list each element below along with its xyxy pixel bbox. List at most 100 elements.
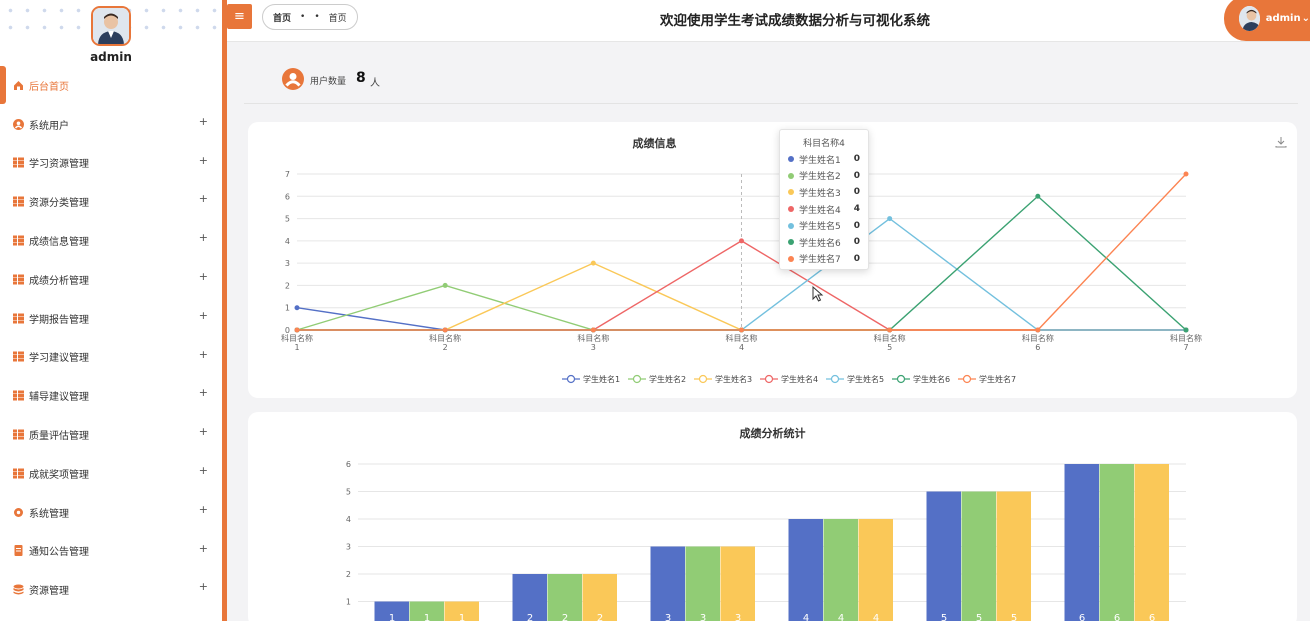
mouse-cursor-icon: [812, 286, 824, 302]
x-tick-label: 4: [739, 343, 744, 352]
sidebar-item[interactable]: 成就奖项管理 +: [0, 454, 222, 493]
sidebar-item[interactable]: 成绩分析管理 +: [0, 260, 222, 299]
database-icon: [13, 584, 24, 595]
y-tick-label: 1: [285, 304, 290, 313]
tooltip-series-name: 学生姓名2: [799, 172, 841, 183]
data-point: [294, 305, 300, 311]
user-circle-icon: [13, 118, 24, 130]
sidebar-item-label: 成绩分析管理: [29, 275, 89, 287]
sidebar-item[interactable]: 成绩信息管理 +: [0, 221, 222, 260]
y-tick-label: 1: [346, 598, 351, 607]
document-icon: [13, 545, 24, 557]
legend-dot: [788, 222, 794, 229]
expand-icon[interactable]: +: [199, 542, 208, 555]
expand-icon[interactable]: +: [199, 270, 208, 283]
bar: [788, 519, 823, 621]
tooltip-row: 学生姓名4 4: [788, 201, 860, 218]
data-point: [1183, 171, 1189, 177]
page-title: 欢迎使用学生考试成绩数据分析与可视化系统: [660, 13, 930, 29]
grid-icon: [13, 351, 24, 362]
bar: [1064, 464, 1099, 621]
data-point: [1035, 327, 1041, 333]
sidebar-item[interactable]: 质量评估管理 +: [0, 415, 222, 454]
sidebar-item-label: 资源分类管理: [29, 198, 89, 210]
sidebar-item[interactable]: 资源分类管理 +: [0, 182, 222, 221]
y-tick-label: 3: [346, 543, 351, 552]
bar-value-label: 5: [1011, 613, 1017, 621]
legend-marker: [566, 374, 576, 384]
expand-icon[interactable]: +: [199, 580, 208, 593]
tooltip-series-value: 0: [853, 187, 860, 198]
users-unit: 人: [370, 78, 380, 89]
users-stat-card: 用户数量 8 人: [244, 58, 1298, 104]
tooltip-series-name: 学生姓名5: [799, 222, 841, 233]
download-icon[interactable]: [1275, 136, 1287, 148]
user-menu-button[interactable]: admin ⌄: [1224, 0, 1310, 41]
legend-label: 学生姓名2: [649, 374, 686, 384]
data-point: [887, 216, 893, 222]
sidebar-item[interactable]: 后台首页: [0, 66, 222, 105]
bar-value-label: 1: [389, 613, 395, 621]
bar: [1134, 464, 1169, 621]
avatar[interactable]: [91, 6, 131, 46]
bar-value-label: 5: [976, 613, 982, 621]
tooltip-series-value: 0: [853, 253, 860, 264]
x-tick-label: 科目名称: [874, 333, 906, 343]
data-point: [887, 327, 893, 333]
legend-label: 学生姓名3: [715, 374, 752, 384]
users-label: 用户数量: [310, 77, 347, 87]
expand-icon[interactable]: +: [199, 192, 208, 205]
user-name: admin: [1265, 13, 1301, 24]
sidebar-item[interactable]: 学期报告管理 +: [0, 299, 222, 338]
legend-dot: [788, 255, 794, 262]
expand-icon[interactable]: +: [199, 309, 208, 322]
expand-icon[interactable]: +: [199, 115, 208, 128]
sidebar-item[interactable]: 系统管理 +: [0, 493, 222, 532]
y-tick-label: 5: [285, 215, 290, 224]
grid-icon: [13, 313, 24, 324]
sidebar-admin-name: admin: [90, 50, 132, 64]
legend-marker: [896, 374, 906, 384]
y-tick-label: 2: [285, 281, 290, 290]
expand-icon[interactable]: +: [199, 231, 208, 244]
tooltip-row: 学生姓名2 0: [788, 168, 860, 185]
legend-label: 学生姓名4: [781, 374, 818, 384]
sidebar-item[interactable]: 资源管理 +: [0, 570, 222, 609]
bar: [1099, 464, 1134, 621]
bar-value-label: 3: [665, 613, 671, 621]
bar-value-label: 6: [1079, 613, 1085, 621]
bar: [996, 491, 1031, 621]
y-tick-label: 6: [346, 460, 351, 469]
data-point: [739, 238, 744, 244]
bar-value-label: 2: [562, 613, 568, 621]
bar: [650, 546, 685, 621]
expand-icon[interactable]: +: [199, 348, 208, 361]
sidebar-item[interactable]: 辅导建议管理 +: [0, 376, 222, 415]
sidebar-item[interactable]: 通知公告管理 +: [0, 532, 222, 571]
expand-icon[interactable]: +: [199, 386, 208, 399]
legend-label: 学生姓名5: [847, 374, 884, 384]
bar-chart-title: 成绩分析统计: [739, 427, 806, 440]
legend-marker: [962, 374, 972, 384]
grid-icon: [13, 274, 24, 285]
x-tick-label: 科目名称: [577, 333, 609, 343]
x-tick-label: 科目名称: [281, 333, 313, 343]
expand-icon[interactable]: +: [199, 464, 208, 477]
expand-icon[interactable]: +: [199, 503, 208, 516]
data-point: [1035, 193, 1041, 199]
y-tick-label: 4: [285, 237, 290, 246]
legend-dot: [788, 156, 794, 163]
bar-value-label: 6: [1149, 613, 1155, 621]
x-tick-label: 7: [1183, 343, 1188, 352]
users-count: 8: [356, 70, 366, 86]
data-point: [442, 282, 448, 288]
bar-value-label: 3: [700, 613, 706, 621]
expand-icon[interactable]: +: [199, 425, 208, 438]
grid-icon: [13, 429, 24, 440]
legend-dot: [788, 206, 794, 213]
bar-value-label: 6: [1114, 613, 1120, 621]
sidebar-item[interactable]: 学习建议管理 +: [0, 338, 222, 377]
bar-value-label: 4: [873, 613, 879, 621]
expand-icon[interactable]: +: [199, 154, 208, 167]
bar: [858, 519, 893, 621]
